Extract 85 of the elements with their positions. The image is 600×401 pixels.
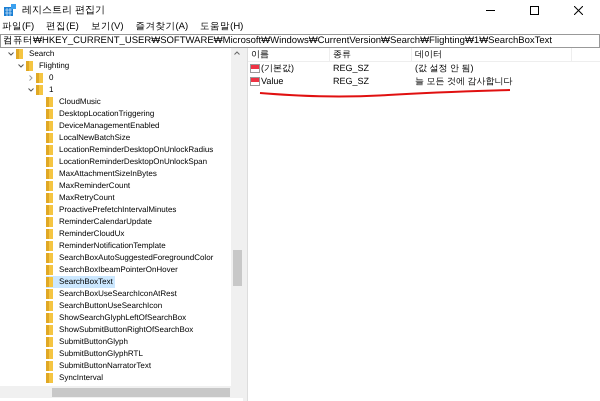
folder-icon: [46, 361, 54, 371]
tree-item[interactable]: DeviceManagementEnabled: [46, 120, 162, 132]
table-cell-text: REG_SZ: [332, 62, 370, 75]
folder-icon: [46, 157, 54, 167]
table-cell-text: Value: [261, 74, 284, 88]
folder-icon: [46, 229, 54, 239]
tree-item[interactable]: MaxAttachmentSizeInBytes: [46, 168, 159, 180]
folder-icon: [26, 61, 34, 71]
tree-item[interactable]: SearchBoxText: [46, 276, 115, 288]
tree-item[interactable]: SubmitButtonGlyphRTL: [46, 348, 145, 360]
folder-icon: [46, 313, 54, 323]
folder-icon: [46, 97, 54, 107]
folder-icon: [46, 373, 54, 383]
column-header[interactable]: 데이터: [412, 48, 572, 61]
tree-item[interactable]: LocalNewBatchSize: [46, 132, 132, 144]
folder-icon: [46, 253, 54, 263]
folder-icon: [46, 241, 54, 251]
tree-item[interactable]: ReminderCalendarUpdate: [46, 216, 154, 228]
chevron-right-icon[interactable]: [29, 75, 33, 81]
folder-icon: [36, 73, 44, 83]
tree-item[interactable]: Flighting: [26, 60, 72, 72]
folder-icon: [46, 121, 54, 131]
menu-item[interactable]: 파일(F): [2, 20, 34, 34]
table-cell-text: REG_SZ: [332, 74, 370, 88]
tree-item[interactable]: CloudMusic: [46, 96, 103, 108]
folder-icon: [46, 109, 54, 119]
string-value-icon: [250, 64, 260, 73]
string-value-icon: [250, 77, 260, 86]
tree-item[interactable]: SearchButtonUseSearchIcon: [46, 300, 164, 312]
folder-icon: [46, 205, 54, 215]
tree-item[interactable]: MaxRetryCount: [46, 192, 117, 204]
folder-icon: [46, 193, 54, 203]
folder-icon: [46, 277, 54, 287]
horizontal-scrollbar[interactable]: [0, 386, 243, 398]
folder-icon: [46, 301, 54, 311]
close-icon: [574, 6, 582, 14]
scrollbar-thumb[interactable]: [232, 250, 242, 286]
chevron-down-icon[interactable]: [8, 52, 14, 56]
tree-item[interactable]: SearchBoxAutoSuggestedForegroundColor: [46, 252, 216, 264]
table-cell-text: (기본값): [261, 62, 294, 75]
tree-item[interactable]: SyncInterval: [46, 372, 106, 384]
menu-item[interactable]: 보기(V): [90, 20, 124, 34]
table-cell-text: 늘 모든 것에 감사합니다: [414, 74, 513, 88]
tree-item[interactable]: LocationReminderDesktopOnUnlockRadius: [46, 144, 216, 156]
chevron-down-icon[interactable]: [18, 64, 24, 68]
chevron-down-icon[interactable]: [28, 88, 34, 92]
maximize-icon: [530, 6, 538, 14]
folder-icon: [16, 49, 24, 59]
tree-item[interactable]: MaxReminderCount: [46, 180, 132, 192]
window-title: 레지스트리 편집기: [22, 4, 105, 18]
tree-item[interactable]: LocationReminderDesktopOnUnlockSpan: [46, 156, 210, 168]
folder-icon: [46, 145, 54, 155]
scrollbar-thumb[interactable]: [52, 388, 230, 396]
tree-item[interactable]: 0: [36, 72, 56, 84]
tree-item[interactable]: ShowSearchGlyphLeftOfSearchBox: [46, 312, 188, 324]
folder-icon: [46, 349, 54, 359]
app-icon: [4, 4, 16, 16]
folder-icon: [46, 289, 54, 299]
column-header[interactable]: 종류: [330, 48, 412, 61]
scroll-up-icon[interactable]: [234, 51, 240, 55]
tree-item[interactable]: ReminderCloudUx: [46, 228, 126, 240]
tree-item[interactable]: ProactivePrefetchIntervalMinutes: [46, 204, 178, 216]
folder-icon: [46, 181, 54, 191]
tree-item[interactable]: SubmitButtonGlyph: [46, 336, 130, 348]
tree-item[interactable]: ReminderNotificationTemplate: [46, 240, 168, 252]
tree-item[interactable]: 1: [36, 84, 56, 96]
menu-item[interactable]: 즐겨찾기(A): [135, 20, 188, 34]
table-cell-text: (값 설정 안 됨): [414, 62, 474, 75]
tree-item[interactable]: SearchBoxIbeamPointerOnHover: [46, 264, 180, 276]
column-header[interactable]: 이름: [248, 48, 330, 61]
folder-icon: [46, 169, 54, 179]
address-field[interactable]: 컴퓨터₩HKEY_CURRENT_USER₩SOFTWARE₩Microsoft₩Windows₩CurrentVersion₩Search₩Flighting₩1₩SearchBoxText: [0, 34, 600, 48]
tree-item[interactable]: Search: [16, 48, 56, 60]
folder-icon: [46, 337, 54, 347]
menu-item[interactable]: 편집(E): [46, 20, 79, 34]
folder-icon: [46, 217, 54, 227]
tree-item[interactable]: DesktopLocationTriggering: [46, 108, 156, 120]
tree-item[interactable]: SubmitButtonNarratorText: [46, 360, 154, 372]
folder-icon: [46, 133, 54, 143]
folder-icon: [46, 265, 54, 275]
tree-item[interactable]: ShowSubmitButtonRightOfSearchBox: [46, 324, 196, 336]
folder-icon: [36, 85, 44, 95]
tree-item[interactable]: SearchBoxUseSearchIconAtRest: [46, 288, 179, 300]
menu-item[interactable]: 도움말(H): [200, 20, 244, 34]
folder-icon: [46, 325, 54, 335]
